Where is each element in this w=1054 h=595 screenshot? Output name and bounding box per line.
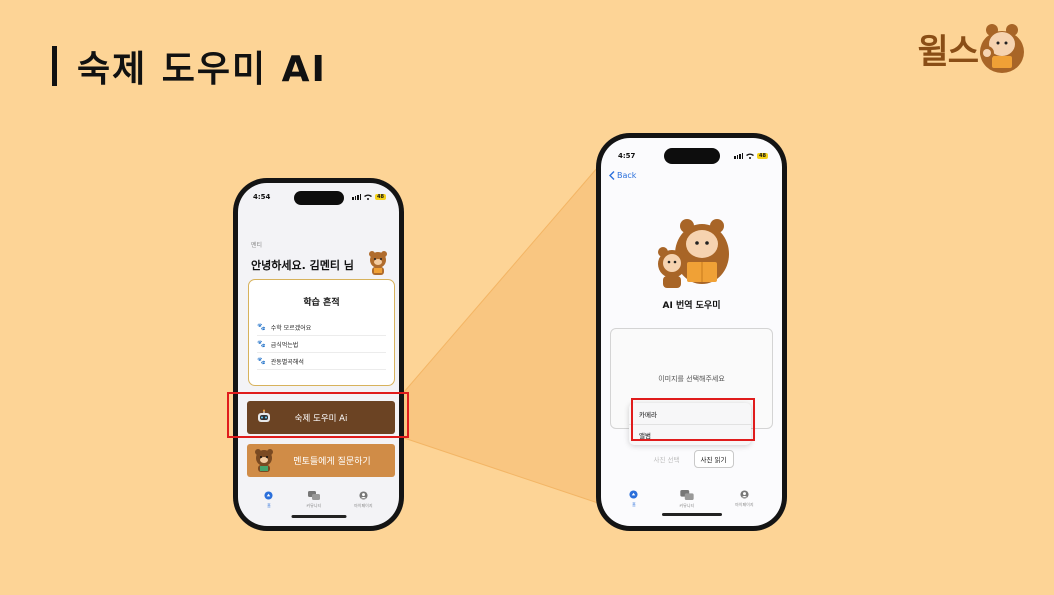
tab-home[interactable]: 홈 [264,491,274,509]
mascot-illustration [658,219,729,288]
home-indicator[interactable] [291,515,346,518]
paw-icon: 🐾 [257,357,266,365]
signal-icon [734,153,744,159]
tab-mypage-label: 마이페이지 [354,503,373,508]
phone-home-screen: 4:54 48 멘티 안녕하세요. 김멘티 님 학습 흔적 🐾 수학 모르겠어요 … [233,178,404,531]
back-button[interactable]: Back [609,171,636,180]
battery-icon: 48 [375,194,386,200]
profile-icon [740,490,749,499]
tab-mypage[interactable]: 마이페이지 [354,491,373,509]
highlight-photo-menu [631,398,755,441]
tab-mypage-label: 마이페이지 [735,502,754,507]
greeting-text: 안녕하세요. 김멘티 님 [251,259,354,272]
ask-mentors-label: 멘토들에게 질문하기 [293,457,371,467]
highlight-homework-button [227,392,409,438]
tab-community-label: 커뮤니티 [306,503,322,508]
paw-icon: 🐾 [257,323,266,331]
title-accent-bar [52,46,57,86]
tab-home-label: 홈 [267,503,271,508]
profile-icon [359,491,368,500]
learning-history-card[interactable]: 학습 흔적 🐾 수학 모르겠어요 🐾 급식먹는법 🐾 관동별곡해석 [248,279,395,386]
paw-icon: 🐾 [257,340,266,348]
tab-home-label: 홈 [632,502,636,507]
wifi-icon [364,194,373,200]
status-bar: 4:54 48 [238,193,399,201]
community-icon [307,491,320,500]
tab-community[interactable]: 커뮤니티 [679,490,694,509]
tab-community-label: 커뮤니티 [679,503,695,508]
home-screen: 4:54 48 멘티 안녕하세요. 김멘티 님 학습 흔적 🐾 수학 모르겠어요 … [238,183,399,526]
read-photo-button[interactable]: 사진 읽기 [693,450,734,468]
list-item[interactable]: 🐾 관동별곡해석 [257,353,386,370]
home-icon [264,491,274,500]
bear-icon [369,251,387,275]
tab-bar: 홈 커뮤니티 마이페이지 [238,491,399,509]
status-time: 4:54 [253,193,271,201]
community-icon [680,490,694,500]
user-role-label: 멘티 [251,242,263,249]
photo-actions: 사진 선택 사진 읽기 [601,450,782,468]
tab-home[interactable]: 홈 [629,490,639,509]
status-time: 4:57 [618,152,636,160]
brand-logo: 윌스 [917,22,1026,74]
ask-mentors-button[interactable]: 멘토들에게 질문하기 [247,444,395,477]
history-list: 🐾 수학 모르겠어요 🐾 급식먹는법 🐾 관동별곡해석 [257,319,386,370]
phone-translation-screen: 4:57 48 Back AI 번역 도우미 이미지를 선택해주세요 카메라 앨… [596,133,787,531]
signal-icon [352,194,362,200]
history-title: 학습 흔적 [303,298,340,308]
translation-screen: 4:57 48 Back AI 번역 도우미 이미지를 선택해주세요 카메라 앨… [601,138,782,526]
upload-prompt: 이미지를 선택해주세요 [658,374,725,383]
status-bar: 4:57 48 [601,152,782,160]
select-photo-button[interactable]: 사진 선택 [650,450,684,468]
logo-bear-icon [980,24,1024,73]
history-item-label: 관동별곡해석 [270,358,304,366]
tab-community[interactable]: 커뮤니티 [306,491,321,509]
list-item[interactable]: 🐾 급식먹는법 [257,336,386,353]
history-item-label: 급식먹는법 [270,341,299,349]
battery-icon: 48 [757,153,768,159]
wifi-icon [746,153,755,159]
home-icon [629,490,639,499]
slide-title: 숙제 도우미 AI [52,40,327,92]
tab-mypage[interactable]: 마이페이지 [735,490,754,509]
home-indicator[interactable] [661,513,722,516]
chevron-left-icon [609,171,615,180]
logo-text: 윌스 [917,31,979,72]
history-item-label: 수학 모르겠어요 [270,324,312,332]
tab-bar: 홈 커뮤니티 마이페이지 [601,490,782,509]
slide-title-text: 숙제 도우미 AI [77,49,327,90]
page-title: AI 번역 도우미 [662,301,721,311]
back-label: Back [617,171,637,180]
list-item[interactable]: 🐾 수학 모르겠어요 [257,319,386,336]
